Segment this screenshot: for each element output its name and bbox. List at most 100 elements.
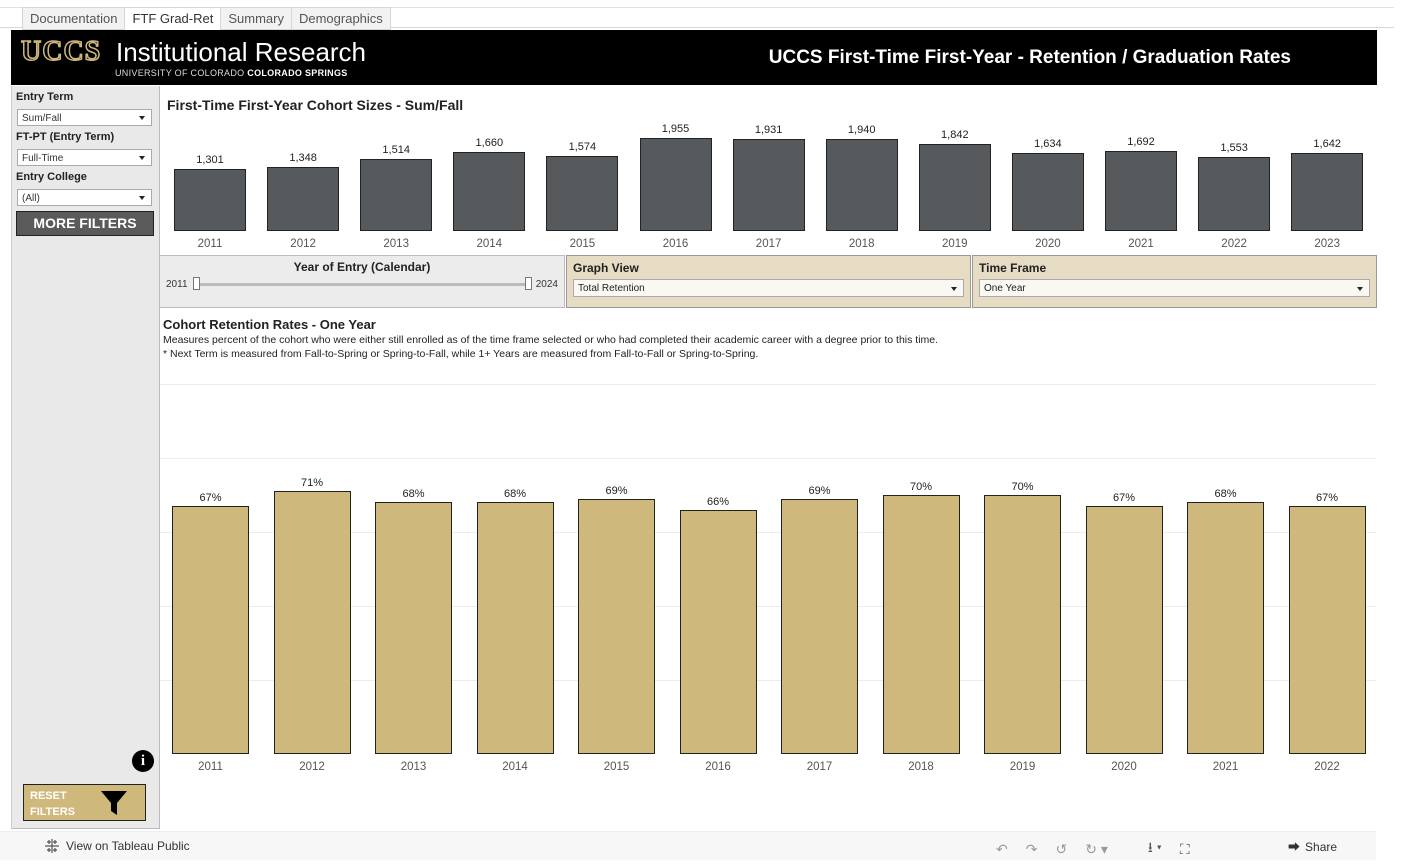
gridline bbox=[160, 384, 1376, 385]
retention-bar[interactable] bbox=[476, 502, 554, 754]
logo-subtitle-b: COLORADO SPRINGS bbox=[247, 68, 348, 78]
time-frame-value: One Year bbox=[984, 283, 1026, 294]
cohort-bar-label: 1,931 bbox=[754, 124, 783, 137]
retention-bar-label: 69% bbox=[605, 484, 628, 497]
dropdown-arrow-icon bbox=[139, 156, 145, 160]
entry-term-select[interactable]: Sum/Fall bbox=[17, 109, 152, 126]
fullscreen-icon[interactable]: ⛶ bbox=[1180, 841, 1190, 858]
time-frame-select[interactable]: One Year bbox=[979, 279, 1370, 297]
cohort-bar[interactable] bbox=[1198, 157, 1271, 231]
cohort-bar-label: 1,553 bbox=[1220, 142, 1248, 155]
cohort-bar[interactable] bbox=[732, 139, 805, 231]
retention-bar[interactable] bbox=[1187, 502, 1264, 754]
cohort-bar[interactable] bbox=[639, 138, 712, 231]
retention-bar[interactable] bbox=[172, 506, 249, 754]
cohort-bar-label: 1,842 bbox=[941, 128, 969, 141]
cohort-year-label: 2013 bbox=[383, 238, 409, 250]
undo-icon[interactable]: ↶ bbox=[996, 841, 1008, 858]
refresh-icon[interactable]: ↻ ▾ bbox=[1085, 841, 1108, 858]
redo-icon[interactable]: ↷ bbox=[1026, 841, 1038, 858]
download-icon[interactable]: ⭳ ▾ bbox=[1148, 837, 1162, 861]
cohort-bar[interactable] bbox=[1105, 150, 1177, 231]
retention-bar-label: 67% bbox=[199, 492, 222, 505]
slider-max-value: 2024 bbox=[535, 279, 558, 290]
cohort-bar-label: 1,660 bbox=[475, 137, 504, 150]
cohort-year-label: 2019 bbox=[942, 238, 968, 250]
dashboard-header: UCCS Institutional Research UNIVERSITY O… bbox=[11, 30, 1377, 85]
share-label: Share bbox=[1305, 839, 1338, 854]
retention-year-label: 2020 bbox=[1111, 761, 1137, 773]
cohort-bar[interactable] bbox=[825, 138, 898, 231]
tableau-icon bbox=[45, 839, 59, 853]
entry-college-label: Entry College bbox=[16, 171, 87, 183]
info-icon[interactable]: i bbox=[132, 750, 154, 772]
cohort-year-label: 2012 bbox=[290, 238, 316, 250]
dropdown-arrow-icon bbox=[139, 196, 145, 200]
retention-bar[interactable] bbox=[781, 498, 858, 754]
retention-bar[interactable] bbox=[375, 502, 452, 754]
cohort-bar[interactable] bbox=[360, 159, 433, 231]
slider-title: Year of Entry (Calendar) bbox=[293, 260, 431, 274]
retention-bar[interactable] bbox=[679, 509, 757, 754]
cohort-year-label: 2011 bbox=[197, 238, 223, 250]
cohort-year-label: 2014 bbox=[476, 238, 503, 250]
cohort-year-label: 2017 bbox=[755, 238, 782, 250]
graph-view-label: Graph View bbox=[573, 261, 639, 275]
filter-icon bbox=[101, 791, 127, 815]
year-of-entry-slider-panel: Year of Entry (Calendar) 2011 2024 bbox=[159, 255, 565, 308]
cohort-size-chart-title: First-Time First-Year Cohort Sizes - Sum… bbox=[167, 97, 464, 113]
more-filters-button[interactable]: MORE FILTERS bbox=[16, 211, 154, 236]
retention-year-label: 2015 bbox=[603, 761, 630, 773]
tab-documentation[interactable]: Documentation bbox=[22, 7, 125, 30]
cohort-bar-label: 1,514 bbox=[382, 144, 410, 157]
retention-bar[interactable] bbox=[882, 495, 960, 754]
retention-year-label: 2021 bbox=[1212, 761, 1239, 773]
cohort-bar-label: 1,692 bbox=[1127, 135, 1155, 148]
graph-view-select[interactable]: Total Retention bbox=[573, 279, 964, 297]
retention-year-label: 2016 bbox=[705, 761, 731, 773]
retention-bar[interactable] bbox=[273, 491, 351, 754]
ftpt-select[interactable]: Full-Time bbox=[17, 149, 152, 166]
cohort-bar[interactable] bbox=[1291, 153, 1364, 231]
graph-view-value: Total Retention bbox=[578, 283, 645, 294]
cohort-bar-label: 1,634 bbox=[1034, 138, 1062, 151]
retention-year-label: 2013 bbox=[400, 761, 427, 773]
slider-max-handle[interactable] bbox=[525, 277, 532, 290]
tab-demographics[interactable]: Demographics bbox=[290, 7, 391, 30]
entry-college-value: (All) bbox=[22, 193, 40, 204]
tab-ftf-grad-ret[interactable]: FTF Grad-Ret bbox=[124, 7, 221, 30]
share-button[interactable]: ⮕ Share bbox=[1288, 838, 1337, 855]
retention-year-label: 2012 bbox=[299, 761, 325, 773]
entry-college-select[interactable]: (All) bbox=[17, 189, 152, 206]
retention-bar[interactable] bbox=[984, 495, 1061, 754]
gridline bbox=[160, 458, 1376, 459]
view-on-tableau-label: View on Tableau Public bbox=[66, 839, 190, 853]
retention-bar-label: 71% bbox=[300, 477, 324, 490]
footer-toolbar: ↶ ↷ ↺ ↻ ▾ ⭳ ▾ ⛶ bbox=[996, 837, 1190, 861]
tab-summary[interactable]: Summary bbox=[220, 7, 291, 30]
view-on-tableau-link[interactable]: View on Tableau Public bbox=[44, 838, 190, 854]
slider-track[interactable] bbox=[195, 283, 529, 286]
entry-term-label: Entry Term bbox=[16, 91, 74, 103]
tableau-footer: View on Tableau Public ↶ ↷ ↺ ↻ ▾ ⭳ ▾ ⛶ ⮕… bbox=[0, 831, 1376, 860]
ftpt-value: Full-Time bbox=[22, 153, 64, 164]
revert-icon[interactable]: ↺ bbox=[1055, 841, 1067, 858]
retention-bar[interactable] bbox=[578, 498, 655, 754]
retention-bar-label: 70% bbox=[1011, 481, 1034, 493]
cohort-bar[interactable] bbox=[918, 143, 991, 231]
dropdown-arrow-icon bbox=[951, 287, 957, 291]
retention-bar-label: 66% bbox=[706, 495, 730, 508]
slider-min-handle[interactable] bbox=[193, 277, 200, 290]
cohort-bar[interactable] bbox=[453, 152, 526, 231]
cohort-bar[interactable] bbox=[1011, 153, 1084, 231]
cohort-bar[interactable] bbox=[546, 156, 619, 231]
cohort-bar[interactable] bbox=[267, 166, 340, 231]
retention-bar[interactable] bbox=[1288, 506, 1366, 754]
logo-subtitle-a: UNIVERSITY OF COLORADO bbox=[115, 68, 248, 78]
cohort-bar[interactable] bbox=[174, 169, 246, 231]
retention-bar[interactable] bbox=[1085, 506, 1163, 754]
cohort-bar-label: 1,642 bbox=[1313, 138, 1341, 150]
reset-filters-button[interactable]: RESET FILTERS bbox=[23, 784, 146, 821]
retention-year-label: 2017 bbox=[806, 761, 833, 773]
cohort-bar-label: 1,574 bbox=[568, 141, 597, 154]
